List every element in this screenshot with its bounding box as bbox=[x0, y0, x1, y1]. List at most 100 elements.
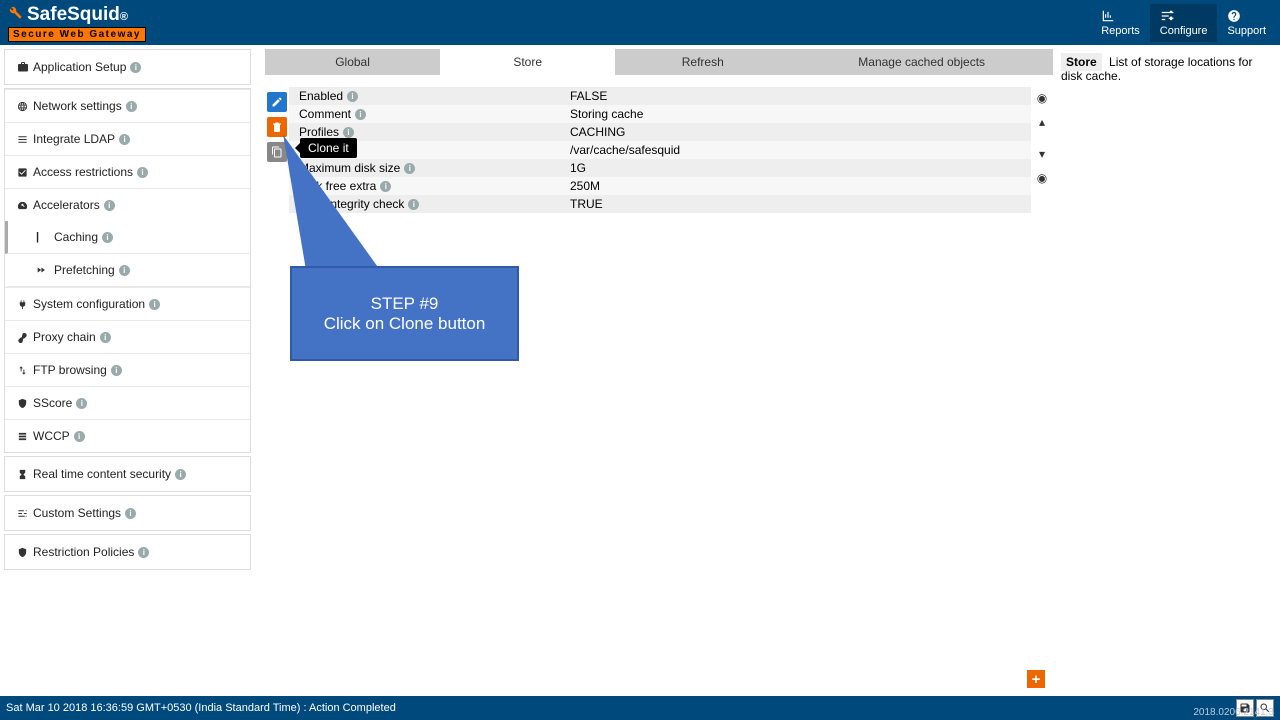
transfer-icon bbox=[17, 365, 33, 376]
sidebar-ldap[interactable]: Integrate LDAP i bbox=[5, 122, 250, 155]
info-panel: Store List of storage locations for disk… bbox=[1061, 49, 1276, 696]
table-row: MD5 integrity checkiTRUE bbox=[289, 195, 1031, 213]
edit-button[interactable] bbox=[267, 92, 287, 112]
gauge-icon bbox=[17, 200, 33, 211]
sidebar: Application Setup i Network settings i I… bbox=[0, 45, 255, 696]
info-icon: i bbox=[408, 199, 419, 210]
sidebar-realtime[interactable]: Real time content security i bbox=[5, 457, 250, 491]
tab-store[interactable]: Store bbox=[440, 49, 615, 75]
clone-tooltip: Clone it bbox=[300, 138, 357, 158]
nav-reports[interactable]: Reports bbox=[1091, 4, 1150, 42]
sidebar-ftp[interactable]: FTP browsing i bbox=[5, 353, 250, 386]
help-icon bbox=[1227, 9, 1266, 23]
table-row: Disk free extrai250M bbox=[289, 177, 1031, 195]
nav-support[interactable]: Support bbox=[1217, 4, 1276, 42]
logo-subtitle: Secure Web Gateway bbox=[8, 27, 146, 42]
forward-icon bbox=[36, 265, 54, 275]
content-area: Global Store Refresh Manage cached objec… bbox=[255, 45, 1280, 696]
table-row: CommentiStoring cache bbox=[289, 105, 1031, 123]
shield-icon bbox=[17, 547, 33, 558]
sidebar-wccp[interactable]: WCCP i bbox=[5, 419, 250, 452]
sidebar-accelerators[interactable]: Accelerators i bbox=[5, 188, 250, 221]
table-side-controls: ◉ ▴ ▾ ◉ bbox=[1031, 87, 1053, 213]
sidebar-item-label: Prefetching bbox=[54, 263, 115, 277]
tab-refresh[interactable]: Refresh bbox=[615, 49, 790, 75]
plug-icon bbox=[17, 299, 33, 310]
sidebar-item-label: Integrate LDAP bbox=[33, 132, 115, 146]
sidebar-prefetching[interactable]: Prefetching i bbox=[5, 254, 250, 287]
sidebar-sscore[interactable]: SScore i bbox=[5, 386, 250, 419]
info-icon: i bbox=[137, 167, 148, 178]
main: Application Setup i Network settings i I… bbox=[0, 45, 1280, 696]
sidebar-network[interactable]: Network settings i bbox=[5, 89, 250, 122]
info-icon: i bbox=[111, 365, 122, 376]
target-icon[interactable]: ◉ bbox=[1037, 91, 1047, 105]
info-icon: i bbox=[343, 127, 354, 138]
info-icon: i bbox=[130, 62, 141, 73]
info-icon: i bbox=[380, 181, 391, 192]
shield-icon bbox=[17, 398, 33, 409]
sliders-icon bbox=[17, 508, 33, 519]
table-row: Maximum disk sizei1G bbox=[289, 159, 1031, 177]
callout-line1: STEP #9 bbox=[292, 294, 517, 314]
info-icon: i bbox=[100, 332, 111, 343]
sidebar-caching[interactable]: | Caching i bbox=[5, 221, 250, 254]
info-icon: i bbox=[404, 163, 415, 174]
sidebar-custom[interactable]: Custom Settings i bbox=[5, 496, 250, 530]
settings-table: EnablediFALSE CommentiStoring cache Prof… bbox=[265, 87, 1053, 213]
bar-icon: | bbox=[36, 231, 54, 243]
callout-line2: Click on Clone button bbox=[292, 314, 517, 334]
sidebar-sysconf[interactable]: System configuration i bbox=[5, 287, 250, 320]
sidebar-app-setup[interactable]: Application Setup i bbox=[5, 50, 250, 84]
info-icon: i bbox=[149, 299, 160, 310]
tab-global[interactable]: Global bbox=[265, 49, 440, 75]
table-body: EnablediFALSE CommentiStoring cache Prof… bbox=[289, 87, 1031, 213]
info-icon: i bbox=[76, 398, 87, 409]
nav-support-label: Support bbox=[1227, 25, 1266, 37]
logo-wrench-icon bbox=[8, 5, 23, 20]
info-icon: i bbox=[347, 91, 358, 102]
target-icon[interactable]: ◉ bbox=[1037, 171, 1047, 185]
table-row: EnablediFALSE bbox=[289, 87, 1031, 105]
instruction-callout: STEP #9 Click on Clone button bbox=[290, 266, 519, 361]
sidebar-item-label: Network settings bbox=[33, 99, 122, 113]
table-row: Pathi/var/cache/safesquid bbox=[289, 141, 1031, 159]
info-icon: i bbox=[126, 101, 137, 112]
sidebar-item-label: Application Setup bbox=[33, 60, 126, 74]
sidebar-item-label: System configuration bbox=[33, 297, 145, 311]
sidebar-proxy[interactable]: Proxy chain i bbox=[5, 320, 250, 353]
server-icon bbox=[17, 431, 33, 442]
move-down-icon[interactable]: ▾ bbox=[1039, 147, 1045, 161]
sliders-icon bbox=[1160, 9, 1208, 23]
move-up-icon[interactable]: ▴ bbox=[1039, 115, 1045, 129]
info-icon: i bbox=[102, 232, 113, 243]
info-icon: i bbox=[119, 134, 130, 145]
tab-manage[interactable]: Manage cached objects bbox=[790, 49, 1053, 75]
delete-button[interactable] bbox=[267, 117, 287, 137]
sidebar-item-label: Access restrictions bbox=[33, 165, 133, 179]
sidebar-item-label: Accelerators bbox=[33, 198, 100, 212]
sidebar-item-label: Caching bbox=[54, 230, 98, 244]
briefcase-icon bbox=[17, 61, 33, 73]
table-row: ProfilesiCACHING bbox=[289, 123, 1031, 141]
info-icon: i bbox=[175, 469, 186, 480]
add-button[interactable]: + bbox=[1027, 670, 1045, 688]
chain-icon bbox=[17, 332, 33, 343]
nav-configure[interactable]: Configure bbox=[1150, 4, 1218, 42]
header-nav: Reports Configure Support bbox=[1091, 4, 1276, 42]
row-actions bbox=[265, 87, 289, 213]
sidebar-restriction[interactable]: Restriction Policies i bbox=[5, 535, 250, 569]
check-square-icon bbox=[17, 167, 33, 178]
status-text: Sat Mar 10 2018 16:36:59 GMT+0530 (India… bbox=[6, 702, 396, 714]
sidebar-access[interactable]: Access restrictions i bbox=[5, 155, 250, 188]
list-icon bbox=[17, 134, 33, 145]
sidebar-item-label: Custom Settings bbox=[33, 506, 121, 520]
logo: SafeSquid ® Secure Web Gateway bbox=[4, 4, 146, 42]
version-label: 2018.0206.2141.3 bbox=[1193, 707, 1274, 718]
info-icon: i bbox=[119, 265, 130, 276]
clone-button[interactable] bbox=[267, 142, 287, 162]
info-icon: i bbox=[74, 431, 85, 442]
sidebar-item-label: FTP browsing bbox=[33, 363, 107, 377]
globe-icon bbox=[17, 101, 33, 112]
sidebar-item-label: WCCP bbox=[33, 429, 70, 443]
